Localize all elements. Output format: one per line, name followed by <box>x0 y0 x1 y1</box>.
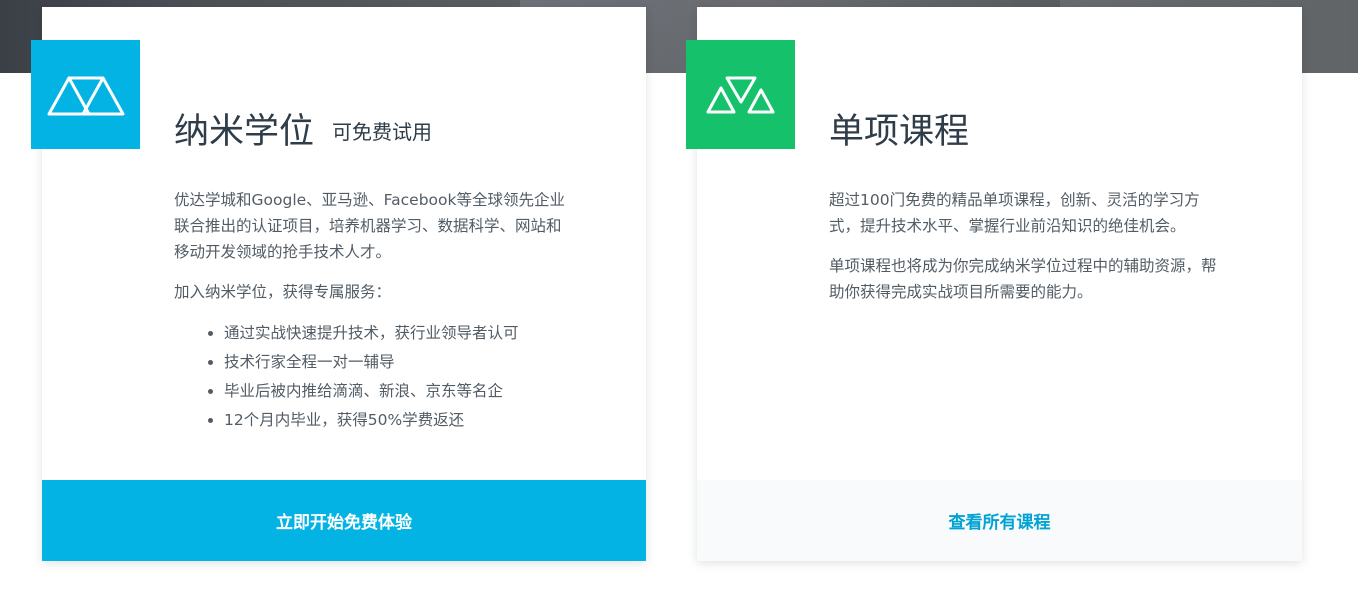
courses-title: 单项课程 <box>829 112 970 152</box>
start-free-trial-button[interactable]: 立即开始免费体验 <box>42 480 646 561</box>
benefit-item: 通过实战快速提升技术，获行业领导者认可 <box>224 319 574 348</box>
nanodegree-benefits-intro: 加入纳米学位，获得专属服务： <box>174 283 392 301</box>
courses-body: 超过100门免费的精品单项课程，创新、灵活的学习方式，提升技术水平、掌握行业前沿… <box>829 187 1229 319</box>
nanodegree-body: 优达学城和Google、亚马逊、Facebook等全球领先企业联合推出的认证项目… <box>174 187 574 435</box>
view-all-courses-button[interactable]: 查看所有课程 <box>697 480 1302 561</box>
nanodegree-logo-icon <box>31 40 140 149</box>
benefit-item: 技术行家全程一对一辅导 <box>224 348 574 377</box>
nanodegree-title-row: 纳米学位 可免费试用 <box>174 103 432 154</box>
nanodegree-benefits-list: 通过实战快速提升技术，获行业领导者认可 技术行家全程一对一辅导 毕业后被内推给滴… <box>174 319 574 435</box>
nanodegree-title: 纳米学位 <box>174 112 315 152</box>
courses-logo-icon <box>686 40 795 149</box>
courses-note: 单项课程也将成为你完成纳米学位过程中的辅助资源，帮助你获得完成实战项目所需要的能… <box>829 257 1217 301</box>
courses-description: 超过100门免费的精品单项课程，创新、灵活的学习方式，提升技术水平、掌握行业前沿… <box>829 191 1200 235</box>
nanodegree-description: 优达学城和Google、亚马逊、Facebook等全球领先企业联合推出的认证项目… <box>174 191 565 261</box>
benefit-item: 毕业后被内推给滴滴、新浪、京东等名企 <box>224 377 574 406</box>
benefit-item: 12个月内毕业，获得50%学费返还 <box>224 406 574 435</box>
nanodegree-subtitle: 可免费试用 <box>332 120 433 144</box>
